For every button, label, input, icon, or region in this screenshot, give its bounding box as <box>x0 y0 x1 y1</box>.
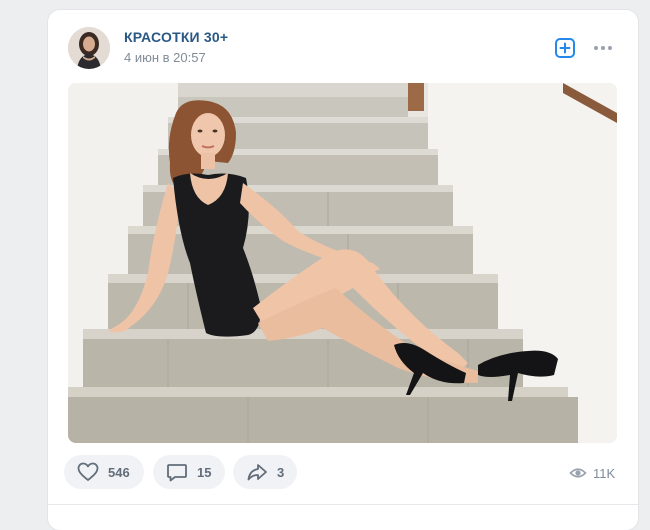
comment-button[interactable]: 15 <box>153 455 225 489</box>
comment-icon <box>167 464 187 482</box>
post-header: КРАСОТКИ 30+ 4 июн в 20:57 <box>48 10 638 82</box>
share-button[interactable]: 3 <box>233 455 297 489</box>
views-count: 11K <box>593 465 616 481</box>
more-dots-icon <box>594 46 612 50</box>
post-photo[interactable] <box>68 83 617 443</box>
subscribe-button[interactable] <box>554 37 576 59</box>
like-count: 546 <box>108 464 130 480</box>
avatar-image <box>68 27 110 69</box>
post-card: КРАСОТКИ 30+ 4 июн в 20:57 546 15 3 11K <box>48 10 638 530</box>
plus-square-icon <box>555 38 575 58</box>
author-avatar[interactable] <box>68 27 110 69</box>
author-name[interactable]: КРАСОТКИ 30+ <box>124 29 228 45</box>
heart-icon <box>77 462 99 481</box>
eye-icon <box>569 468 587 478</box>
views-counter: 11K <box>569 464 615 482</box>
like-button[interactable]: 546 <box>64 455 144 489</box>
share-arrow-icon <box>247 464 267 481</box>
photo-woman-on-stairs <box>68 83 617 443</box>
post-date[interactable]: 4 июн в 20:57 <box>124 50 206 65</box>
post-divider <box>48 504 638 505</box>
comment-count: 15 <box>197 464 212 480</box>
share-count: 3 <box>277 464 285 480</box>
more-button[interactable] <box>592 37 614 59</box>
